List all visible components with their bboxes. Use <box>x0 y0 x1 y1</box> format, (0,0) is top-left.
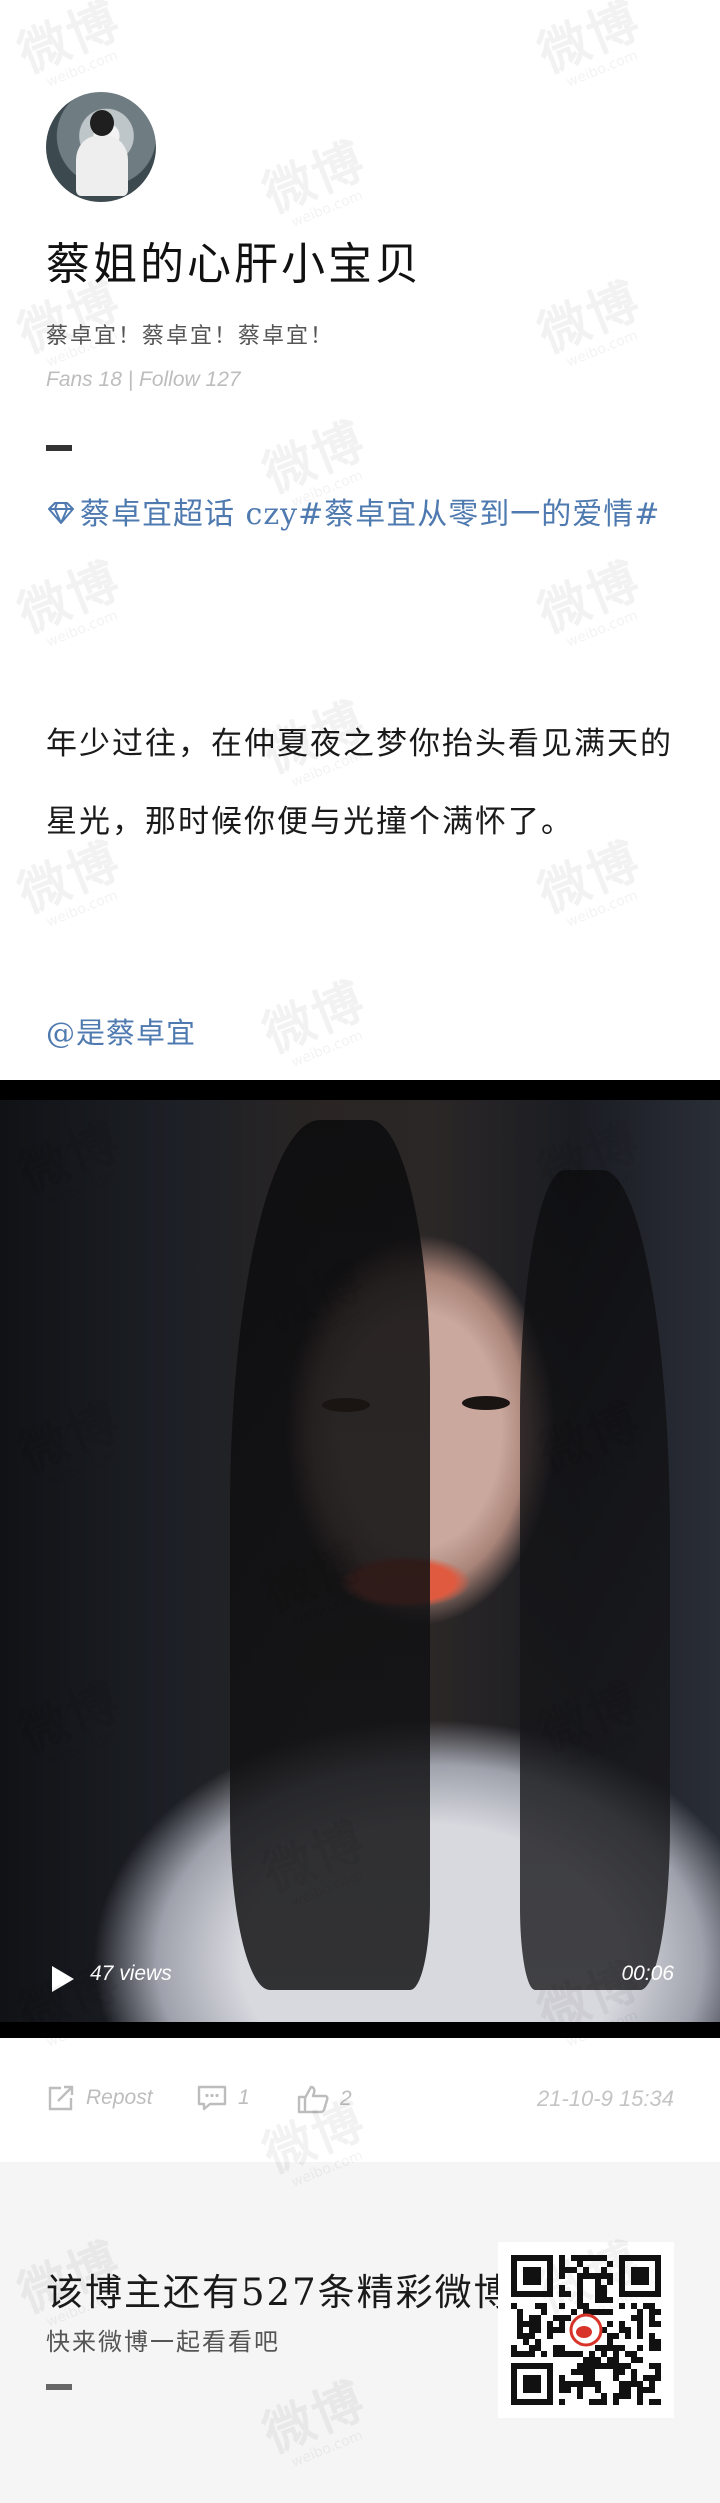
footer-title: 该博主还有527条精彩微博 <box>46 2271 513 2314</box>
gem-icon <box>46 485 76 547</box>
weibo-watermark: 微博weibo.com <box>530 271 649 371</box>
video-letterbox-top <box>0 1080 720 1100</box>
video-letterbox-bottom <box>0 2022 720 2038</box>
topic-link[interactable]: 蔡卓宜超话 czy#蔡卓宜从零到一的爱情# <box>46 484 676 547</box>
topic-text[interactable]: 蔡卓宜超话 czy#蔡卓宜从零到一的爱情# <box>80 497 660 532</box>
weibo-watermark: 微博weibo.com <box>255 971 374 1071</box>
user-bio: 蔡卓宜！蔡卓宜！蔡卓宜！ <box>46 324 335 349</box>
post-body: 年少过往，在仲夏夜之梦你抬头看见满天的星光，那时候你便与光撞个满怀了。 <box>46 726 673 840</box>
repost-label: Repost <box>86 2086 153 2109</box>
comment-icon <box>196 2084 228 2112</box>
video-duration: 00:06 <box>621 1962 674 1985</box>
footer-divider <box>46 2384 72 2390</box>
weibo-watermark: 微博weibo.com <box>10 0 129 91</box>
avatar[interactable] <box>46 92 156 202</box>
video-player[interactable]: 47 views 00:06 <box>0 1080 720 2038</box>
qr-code[interactable] <box>498 2242 674 2418</box>
mention-link[interactable]: @是蔡卓宜 <box>46 1010 196 1052</box>
play-icon[interactable] <box>52 1966 74 1992</box>
weibo-watermark: 微博weibo.com <box>255 131 374 231</box>
weibo-watermark: 微博weibo.com <box>530 551 649 651</box>
footer-subtitle: 快来微博一起看看吧 <box>46 2328 280 2356</box>
avatar-figure-head <box>90 110 114 136</box>
username[interactable]: 蔡姐的心肝小宝贝 <box>46 228 422 292</box>
comment-button[interactable]: 1 <box>196 2084 250 2112</box>
repost-icon <box>46 2084 76 2112</box>
comment-count: 1 <box>238 2086 250 2109</box>
action-bar: Repost 1 2 21-10-9 15:34 <box>0 2076 720 2124</box>
video-views: 47 views <box>90 1962 172 1985</box>
video-thumbnail-detail <box>322 1398 370 1412</box>
like-icon <box>296 2084 330 2114</box>
like-count: 2 <box>340 2087 352 2110</box>
repost-button[interactable]: Repost <box>46 2084 153 2112</box>
avatar-figure-body <box>76 136 128 196</box>
footer-promo: 该博主还有527条精彩微博 快来微博一起看看吧 <box>0 2162 720 2503</box>
fans-follow-stats[interactable]: Fans 18 | Follow 127 <box>46 368 241 392</box>
weibo-watermark: 微博weibo.com <box>530 0 649 91</box>
post-timestamp: 21-10-9 15:34 <box>537 2086 674 2111</box>
video-thumbnail-detail <box>230 1120 430 1990</box>
video-thumbnail-detail <box>520 1170 670 1990</box>
divider <box>46 445 72 451</box>
weibo-watermark: 微博weibo.com <box>10 551 129 651</box>
video-thumbnail-detail <box>462 1396 510 1410</box>
like-button[interactable]: 2 <box>296 2084 352 2114</box>
